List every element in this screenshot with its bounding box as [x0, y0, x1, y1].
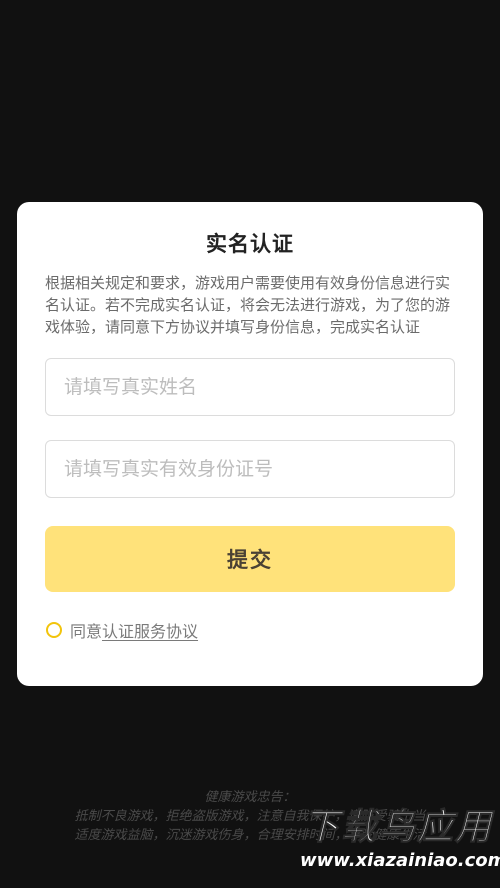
site-watermark: 下载鸟应用 www.xiazainiao.com — [300, 806, 500, 882]
service-agreement-link[interactable]: 认证服务协议 — [102, 618, 198, 642]
screen: 实名认证 根据相关规定和要求，游戏用户需要使用有效身份信息进行实名认证。若不完成… — [0, 0, 500, 888]
id-number-input[interactable] — [62, 457, 438, 481]
submit-button[interactable]: 提交 — [45, 526, 455, 592]
name-input[interactable] — [62, 375, 438, 399]
name-field[interactable] — [45, 358, 455, 416]
dialog-description: 根据相关规定和要求，游戏用户需要使用有效身份信息进行实名认证。若不完成实名认证，… — [45, 274, 451, 336]
watermark-url: www.xiazainiao.com — [300, 850, 500, 871]
id-number-field[interactable] — [45, 440, 455, 498]
agree-prefix: 同意 — [70, 622, 103, 641]
agreement-row: 同意 认证服务协议 — [45, 618, 455, 642]
watermark-title: 下载鸟应用 — [302, 807, 493, 849]
health-notice-title: 健康游戏忠告： — [204, 790, 296, 805]
agree-radio-icon[interactable] — [46, 622, 62, 638]
real-name-dialog: 实名认证 根据相关规定和要求，游戏用户需要使用有效身份信息进行实名认证。若不完成… — [17, 202, 483, 686]
dialog-title: 实名认证 — [206, 232, 294, 256]
